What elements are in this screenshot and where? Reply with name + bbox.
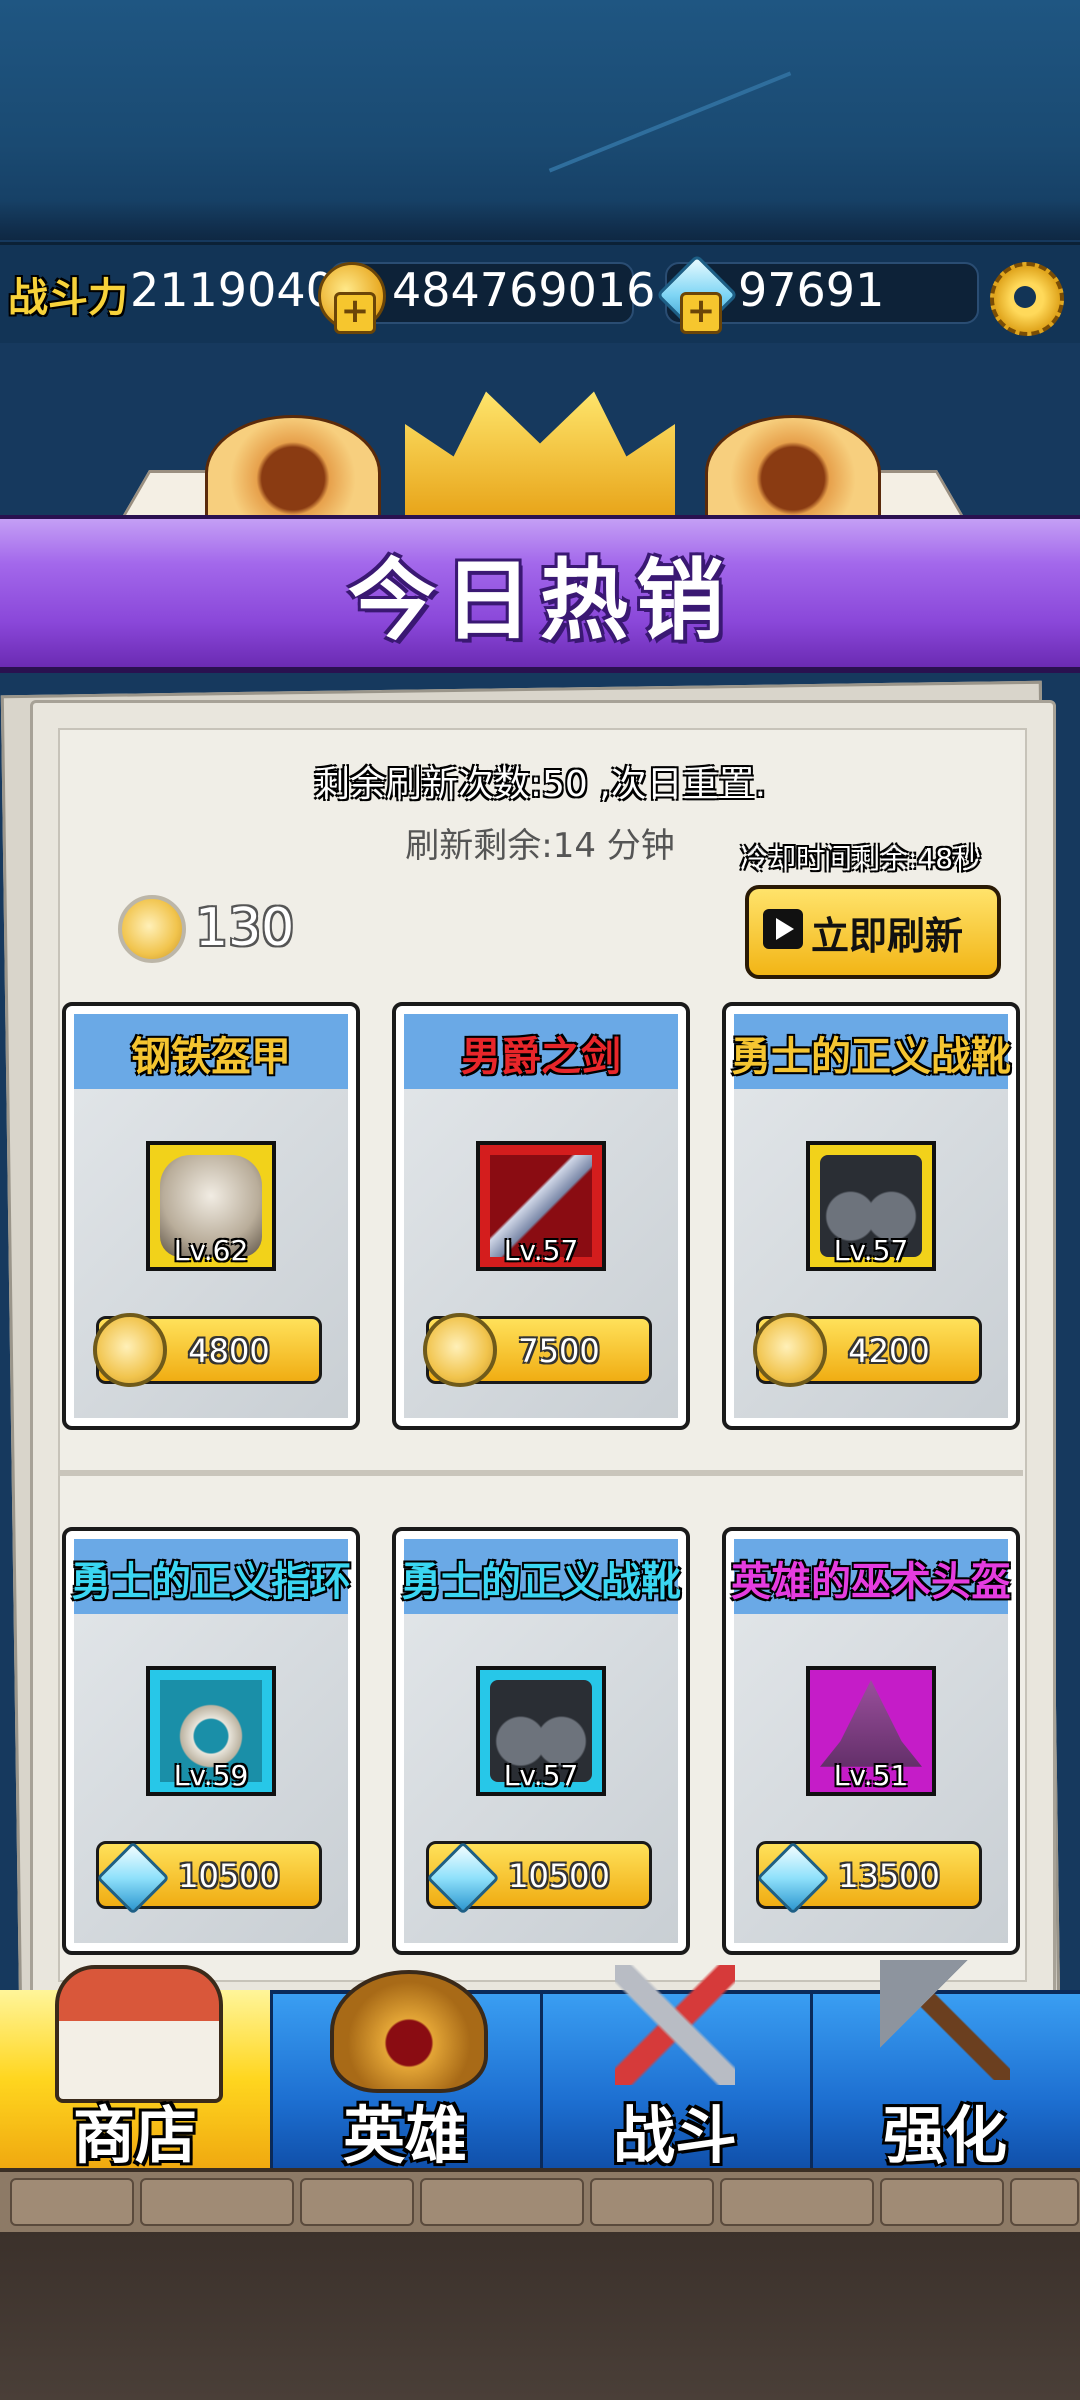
item-name: 男爵之剑: [461, 1034, 621, 1080]
video-play-icon: [763, 909, 803, 949]
item-price: 7500: [518, 1332, 600, 1370]
shop-item-card[interactable]: 男爵之剑 Lv.57 7500: [392, 1002, 690, 1430]
item-frame: Lv.57: [476, 1141, 606, 1271]
item-price: 10500: [178, 1857, 280, 1895]
nav-label: 强化: [882, 2099, 1007, 2172]
item-name: 英雄的巫术头盔: [731, 1559, 1011, 1605]
helmet-icon: [330, 1970, 488, 2093]
gold-value: 484769016: [392, 263, 656, 317]
item-name: 钢铁盔甲: [131, 1034, 291, 1080]
buy-button[interactable]: 7500: [423, 1313, 652, 1387]
shop-item-card[interactable]: 勇士的正义指环 Lv.59 10500: [62, 1527, 360, 1955]
crown-icon: [405, 391, 675, 515]
item-level: Lv.59: [173, 1759, 249, 1792]
gem-value: 97691: [738, 263, 885, 317]
shop-item-card[interactable]: 勇士的正义战靴 Lv.57 4200: [722, 1002, 1020, 1430]
item-price: 10500: [508, 1857, 610, 1895]
brick: [720, 2178, 874, 2226]
nav-label: 战斗: [612, 2099, 737, 2172]
shop-coin-count: 130: [195, 898, 295, 958]
item-frame: Lv.57: [476, 1666, 606, 1796]
item-level: Lv.62: [173, 1234, 249, 1267]
shop-item-card[interactable]: 钢铁盔甲 Lv.62 4800: [62, 1002, 360, 1430]
brick: [590, 2178, 714, 2226]
item-price: 13500: [838, 1857, 940, 1895]
shop-coin-icon: [118, 895, 186, 963]
item-level: Lv.51: [833, 1759, 909, 1792]
shop-item-card[interactable]: 勇士的正义战靴 Lv.57 10500: [392, 1527, 690, 1955]
item-frame: Lv.62: [146, 1141, 276, 1271]
item-frame: Lv.51: [806, 1666, 936, 1796]
item-level: Lv.57: [503, 1759, 579, 1792]
item-name: 勇士的正义指环: [71, 1559, 351, 1605]
buy-button[interactable]: 4800: [93, 1313, 322, 1387]
combat-power-value: 2119040: [130, 263, 335, 317]
item-level: Lv.57: [503, 1234, 579, 1267]
settings-gear-icon[interactable]: [990, 262, 1064, 336]
trumpet-left-icon: [205, 415, 381, 531]
buy-button[interactable]: 4200: [753, 1313, 982, 1387]
buy-button[interactable]: 10500: [426, 1841, 652, 1915]
brick: [880, 2178, 1004, 2226]
crossed-swords-icon: [615, 1965, 735, 2085]
ground-dirt: [0, 2232, 1080, 2400]
item-name: 勇士的正义战靴: [731, 1034, 1011, 1080]
shelf-divider: [58, 1470, 1023, 1476]
nav-label: 商店: [72, 2099, 197, 2172]
combat-power-label: 战斗力: [8, 275, 128, 321]
add-gem-button[interactable]: +: [680, 292, 722, 334]
trumpet-right-icon: [705, 415, 881, 531]
add-gold-button[interactable]: +: [334, 292, 376, 334]
refresh-now-label: 立即刷新: [811, 914, 964, 958]
buy-button[interactable]: 13500: [756, 1841, 982, 1915]
brick: [140, 2178, 294, 2226]
item-level: Lv.57: [833, 1234, 909, 1267]
refresh-count-text: 剩余刷新次数:50 ,次日重置.: [313, 764, 767, 805]
item-price: 4800: [188, 1332, 270, 1370]
item-name: 勇士的正义战靴: [401, 1559, 681, 1605]
background-shade: [0, 200, 1080, 240]
nav-label: 英雄: [342, 2099, 467, 2172]
refresh-now-button[interactable]: 立即刷新: [745, 885, 1001, 979]
brick: [300, 2178, 414, 2226]
buy-button[interactable]: 10500: [96, 1841, 322, 1915]
brick: [1010, 2178, 1079, 2226]
brick: [10, 2178, 134, 2226]
ground-bricks: [0, 2168, 1080, 2236]
shop-icon: [55, 1965, 223, 2103]
background-crack: [548, 71, 792, 173]
shop-item-card[interactable]: 英雄的巫术头盔 Lv.51 13500: [722, 1527, 1020, 1955]
item-price: 4200: [848, 1332, 930, 1370]
top-background: [0, 0, 1080, 240]
banner-title: 今日热销: [347, 549, 732, 652]
item-frame: Lv.57: [806, 1141, 936, 1271]
cooldown-text: 冷却时间剩余:48秒: [740, 842, 982, 875]
item-frame: Lv.59: [146, 1666, 276, 1796]
hammer-icon: [880, 1960, 1010, 2080]
brick: [420, 2178, 584, 2226]
